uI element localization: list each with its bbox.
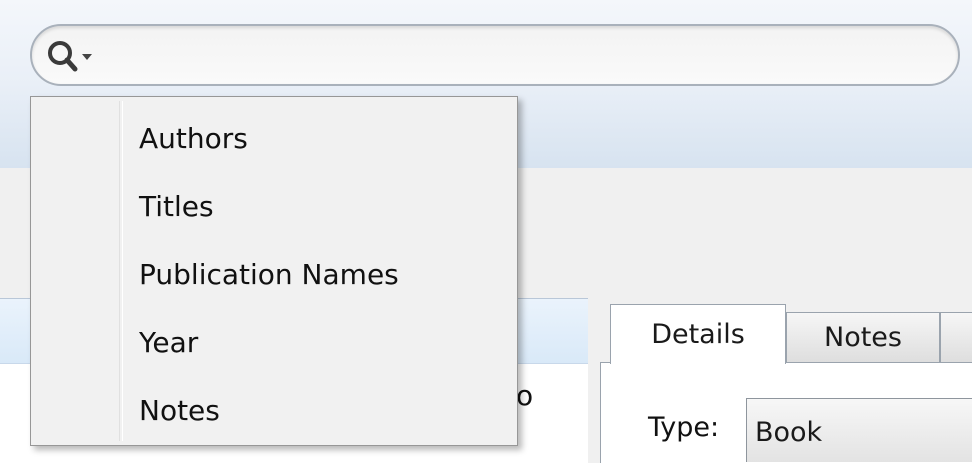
menu-item-year[interactable]: Year [35,311,513,375]
menu-item-label: Year [139,326,199,359]
list-item[interactable]: o [516,379,533,412]
search-field[interactable] [30,24,960,86]
tab-notes[interactable]: Notes [786,312,940,362]
tab-notes-label: Notes [824,322,902,353]
menu-item-label: Notes [139,394,220,427]
type-select-value: Book [755,417,823,448]
search-input[interactable] [118,34,942,80]
search-icon [48,41,92,72]
tab-details[interactable]: Details [610,304,786,364]
menu-item-titles[interactable]: Titles [35,175,513,239]
type-label: Type: [648,412,720,443]
search-options-button[interactable] [42,36,112,76]
tab-details-label: Details [651,319,745,350]
menu-item-notes[interactable]: Notes [35,379,513,443]
menu-item-publication-names[interactable]: Publication Names [35,243,513,307]
chevron-down-icon [82,54,92,60]
tab-more[interactable] [940,312,972,362]
search-field-menu: Authors Titles Publication Names Year No… [30,96,518,446]
menu-item-label: Authors [139,122,248,155]
menu-item-label: Titles [139,190,214,223]
menu-item-label: Publication Names [139,258,399,291]
menu-item-authors[interactable]: Authors [35,107,513,171]
type-select[interactable]: Book [746,398,972,462]
